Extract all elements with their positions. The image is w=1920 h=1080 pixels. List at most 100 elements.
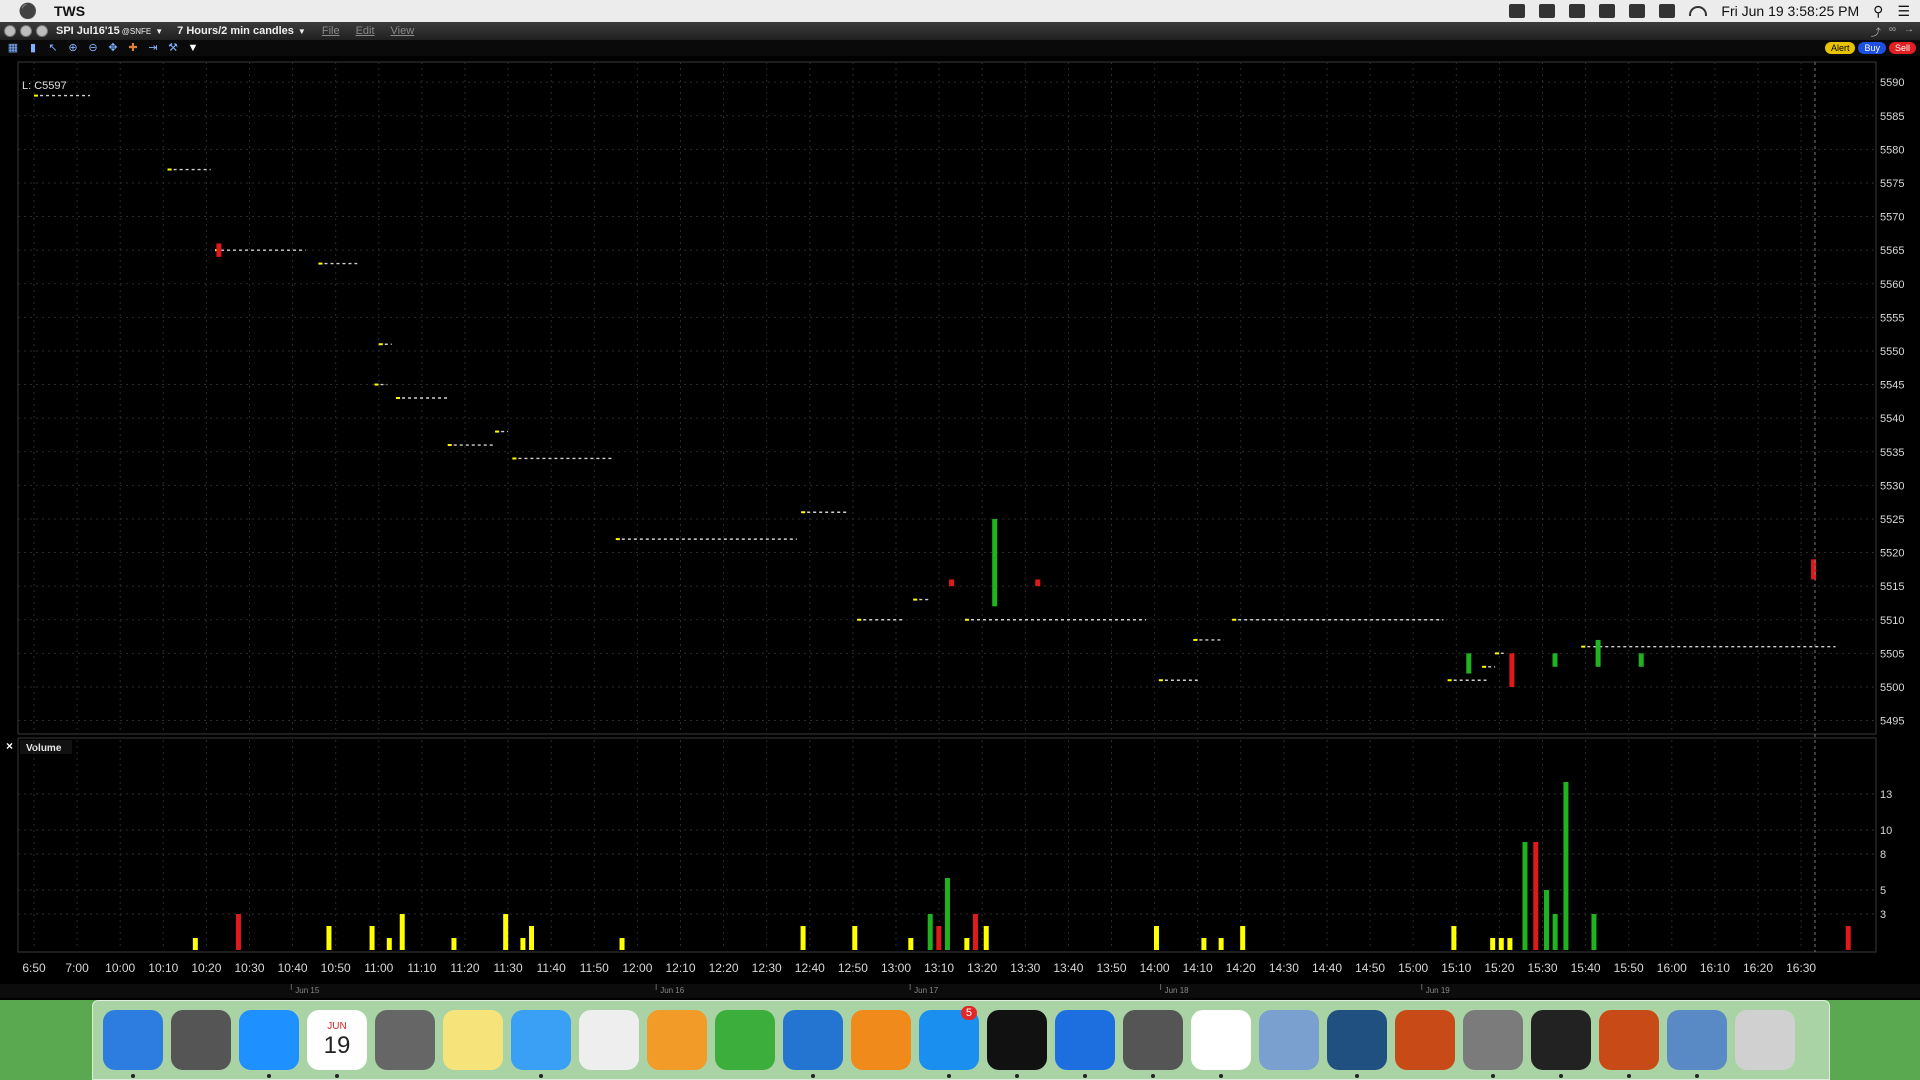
wrench-icon[interactable]: ⚒ bbox=[166, 42, 180, 54]
notes-icon[interactable] bbox=[443, 1010, 503, 1070]
dropbox-icon[interactable] bbox=[1539, 4, 1556, 18]
cursor-icon[interactable]: ↖ bbox=[46, 42, 60, 54]
close-volume-pane-icon[interactable]: × bbox=[6, 739, 13, 753]
safari-icon[interactable] bbox=[239, 1010, 299, 1078]
terminal-icon[interactable] bbox=[987, 1010, 1047, 1078]
apple-icon[interactable]: ⚫ bbox=[14, 2, 42, 20]
time-tick-label: 7:00 bbox=[65, 961, 89, 975]
teamviewer-icon[interactable] bbox=[1055, 1010, 1115, 1078]
calendar-icon[interactable]: JUN 19 bbox=[307, 1010, 367, 1078]
menu-file[interactable]: File bbox=[322, 25, 340, 37]
price-level-tick bbox=[615, 538, 620, 541]
chart-period-selector[interactable]: 7 Hours/2 min candles bbox=[177, 25, 294, 37]
messages-icon[interactable] bbox=[511, 1010, 571, 1078]
sell-button[interactable]: Sell bbox=[1888, 42, 1916, 54]
time-tick-label: 16:30 bbox=[1786, 961, 1816, 975]
bars-icon[interactable]: ▮ bbox=[26, 42, 40, 54]
ibooks-icon[interactable] bbox=[851, 1010, 911, 1070]
price-level-tick bbox=[857, 618, 862, 621]
matlab-icon[interactable] bbox=[1599, 1010, 1659, 1078]
crosshair-icon[interactable]: ✚ bbox=[126, 42, 140, 54]
volume-icon[interactable] bbox=[1659, 4, 1676, 18]
volume-bar bbox=[369, 926, 375, 950]
matlab-icon[interactable] bbox=[1395, 1010, 1455, 1070]
date-label: Jun 19 bbox=[1426, 986, 1451, 995]
chart-background bbox=[0, 58, 1920, 998]
price-tick-label: 5590 bbox=[1880, 77, 1904, 89]
pan-icon[interactable]: ✥ bbox=[106, 42, 120, 54]
calculator-icon[interactable] bbox=[375, 1010, 435, 1070]
link-icon[interactable]: ∞ bbox=[1889, 24, 1896, 39]
fit-icon[interactable]: ⇥ bbox=[146, 42, 160, 54]
trash-icon[interactable] bbox=[1735, 1010, 1795, 1070]
volume-bar bbox=[1218, 938, 1224, 950]
airplay-icon[interactable] bbox=[1599, 4, 1616, 18]
time-scrollbar[interactable] bbox=[0, 984, 1920, 998]
price-tick-label: 5535 bbox=[1880, 447, 1904, 459]
contract-symbol[interactable]: SPI Jul16'15 bbox=[56, 25, 120, 37]
spotlight-icon[interactable]: ⚲ bbox=[1873, 3, 1883, 20]
chevron-down-icon[interactable]: ▼ bbox=[155, 27, 163, 36]
teamviewer-icon[interactable] bbox=[1569, 4, 1586, 18]
java-icon[interactable] bbox=[1191, 1010, 1251, 1078]
notification-center-icon[interactable]: ☰ bbox=[1897, 3, 1910, 20]
candle bbox=[949, 579, 955, 587]
time-tick-label: 14:10 bbox=[1183, 961, 1213, 975]
pin-icon[interactable]: ⤴ bbox=[1871, 24, 1881, 39]
sourcetree-icon[interactable] bbox=[1327, 1010, 1387, 1078]
price-level-tick bbox=[1232, 618, 1237, 621]
numbers-icon[interactable] bbox=[715, 1010, 775, 1070]
buy-button[interactable]: Buy bbox=[1858, 42, 1886, 54]
zoom-window-button[interactable] bbox=[36, 25, 48, 37]
chevron-down-icon[interactable]: ▼ bbox=[298, 27, 306, 36]
volume-bar bbox=[964, 938, 970, 950]
menu-view[interactable]: View bbox=[391, 25, 415, 37]
volume-bar bbox=[1451, 926, 1457, 950]
price-tick-label: 5580 bbox=[1880, 144, 1904, 156]
running-indicator bbox=[1627, 1074, 1631, 1078]
volume-bar bbox=[1563, 782, 1569, 950]
volume-bar bbox=[944, 878, 950, 950]
candlestick-chart[interactable]: 5590 5585 5580 5575 5570 5565 5560 5555 5550 5545… bbox=[0, 58, 1920, 998]
tws-chart-window: SPI Jul16'15 @SNFE ▼ 7 Hours/2 min candl… bbox=[0, 22, 1920, 1000]
price-level-tick bbox=[495, 430, 500, 433]
order-buttons: Alert Buy Sell bbox=[1824, 42, 1916, 54]
running-indicator bbox=[1015, 1074, 1019, 1078]
toolbar-menu-icon[interactable]: ▼ bbox=[186, 42, 200, 54]
close-window-button[interactable] bbox=[4, 25, 16, 37]
chart-type-icon[interactable]: ▦ bbox=[6, 42, 20, 54]
price-tick-label: 5550 bbox=[1880, 346, 1904, 358]
volume-bar bbox=[1591, 914, 1597, 950]
time-tick-label: 10:50 bbox=[321, 961, 351, 975]
drive-icon[interactable] bbox=[1509, 4, 1526, 18]
clock[interactable]: Fri Jun 19 3:58:25 PM bbox=[1721, 3, 1859, 19]
price-level-tick bbox=[1193, 638, 1198, 641]
time-tick-label: 10:00 bbox=[105, 961, 135, 975]
finder-icon[interactable] bbox=[103, 1010, 163, 1078]
volume-bar bbox=[451, 938, 457, 950]
price-tick-label: 5520 bbox=[1880, 548, 1904, 560]
time-tick-label: 14:30 bbox=[1269, 961, 1299, 975]
zoom-out-icon[interactable]: ⊖ bbox=[86, 42, 100, 54]
menu-edit[interactable]: Edit bbox=[356, 25, 375, 37]
zoom-in-icon[interactable]: ⊕ bbox=[66, 42, 80, 54]
time-tick-label: 16:10 bbox=[1700, 961, 1730, 975]
app-store-icon[interactable]: 5 bbox=[919, 1006, 979, 1078]
app-name[interactable]: TWS bbox=[54, 3, 85, 19]
vmware-icon[interactable] bbox=[783, 1010, 843, 1078]
time-tick-label: 15:00 bbox=[1398, 961, 1428, 975]
alert-button[interactable]: Alert bbox=[1824, 42, 1856, 54]
detach-icon[interactable]: → bbox=[1904, 24, 1914, 39]
textedit-icon[interactable] bbox=[579, 1010, 639, 1070]
dvd-player-icon[interactable] bbox=[1123, 1010, 1183, 1078]
system-preferences-icon[interactable] bbox=[1463, 1010, 1523, 1078]
network-icon[interactable] bbox=[1259, 1010, 1319, 1070]
pages-icon[interactable] bbox=[647, 1010, 707, 1070]
preview-icon[interactable] bbox=[1667, 1010, 1727, 1078]
launchpad-icon[interactable] bbox=[171, 1010, 231, 1070]
activity-monitor-icon[interactable] bbox=[1531, 1010, 1591, 1078]
time-tick-label: 13:30 bbox=[1010, 961, 1040, 975]
bluetooth-icon[interactable] bbox=[1629, 4, 1646, 18]
minimize-window-button[interactable] bbox=[20, 25, 32, 37]
wifi-icon[interactable] bbox=[1689, 6, 1708, 16]
